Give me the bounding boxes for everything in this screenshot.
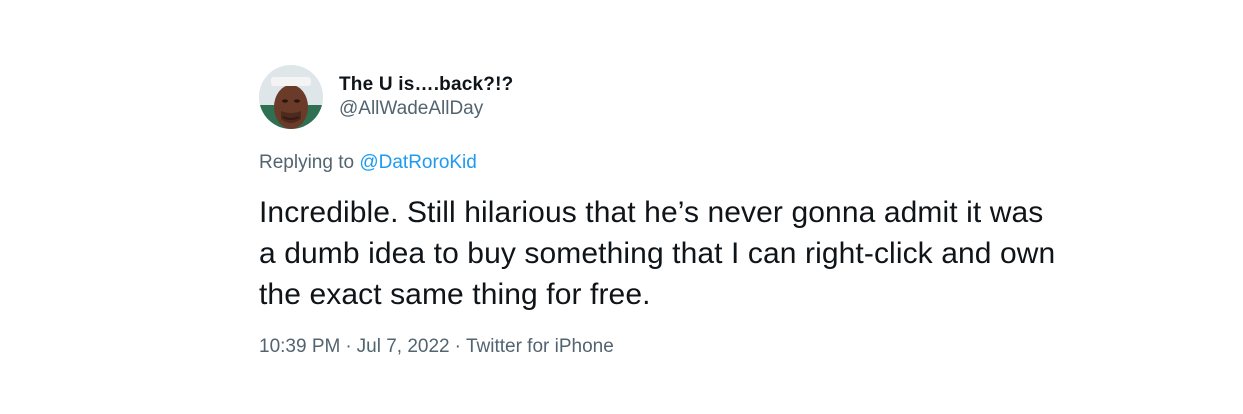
display-name[interactable]: The U is….back?!? [339, 73, 513, 97]
tweet-time[interactable]: 10:39 PM [259, 336, 340, 357]
tweet-card: The U is….back?!? @AllWadeAllDay Replyin… [259, 64, 1119, 359]
tweet-header: The U is….back?!? @AllWadeAllDay [259, 64, 1119, 130]
meta-separator: · [345, 336, 352, 357]
author-names: The U is….back?!? @AllWadeAllDay [339, 73, 513, 121]
tweet-meta: 10:39 PM · Jul 7, 2022 · Twitter for iPhone [259, 335, 1119, 359]
tweet-source: Twitter for iPhone [465, 336, 614, 357]
tweet-date[interactable]: Jul 7, 2022 [357, 336, 450, 357]
tweet-text: Incredible. Still hilarious that he’s ne… [259, 196, 1056, 311]
avatar[interactable] [259, 65, 323, 129]
replying-to: Replying to @DatRoroKid [259, 151, 1119, 175]
reply-mention-link[interactable]: @DatRoroKid [359, 152, 477, 173]
user-handle[interactable]: @AllWadeAllDay [339, 97, 513, 121]
replying-prefix: Replying to [259, 152, 355, 173]
meta-separator: · [454, 336, 461, 357]
avatar-image [259, 65, 323, 129]
